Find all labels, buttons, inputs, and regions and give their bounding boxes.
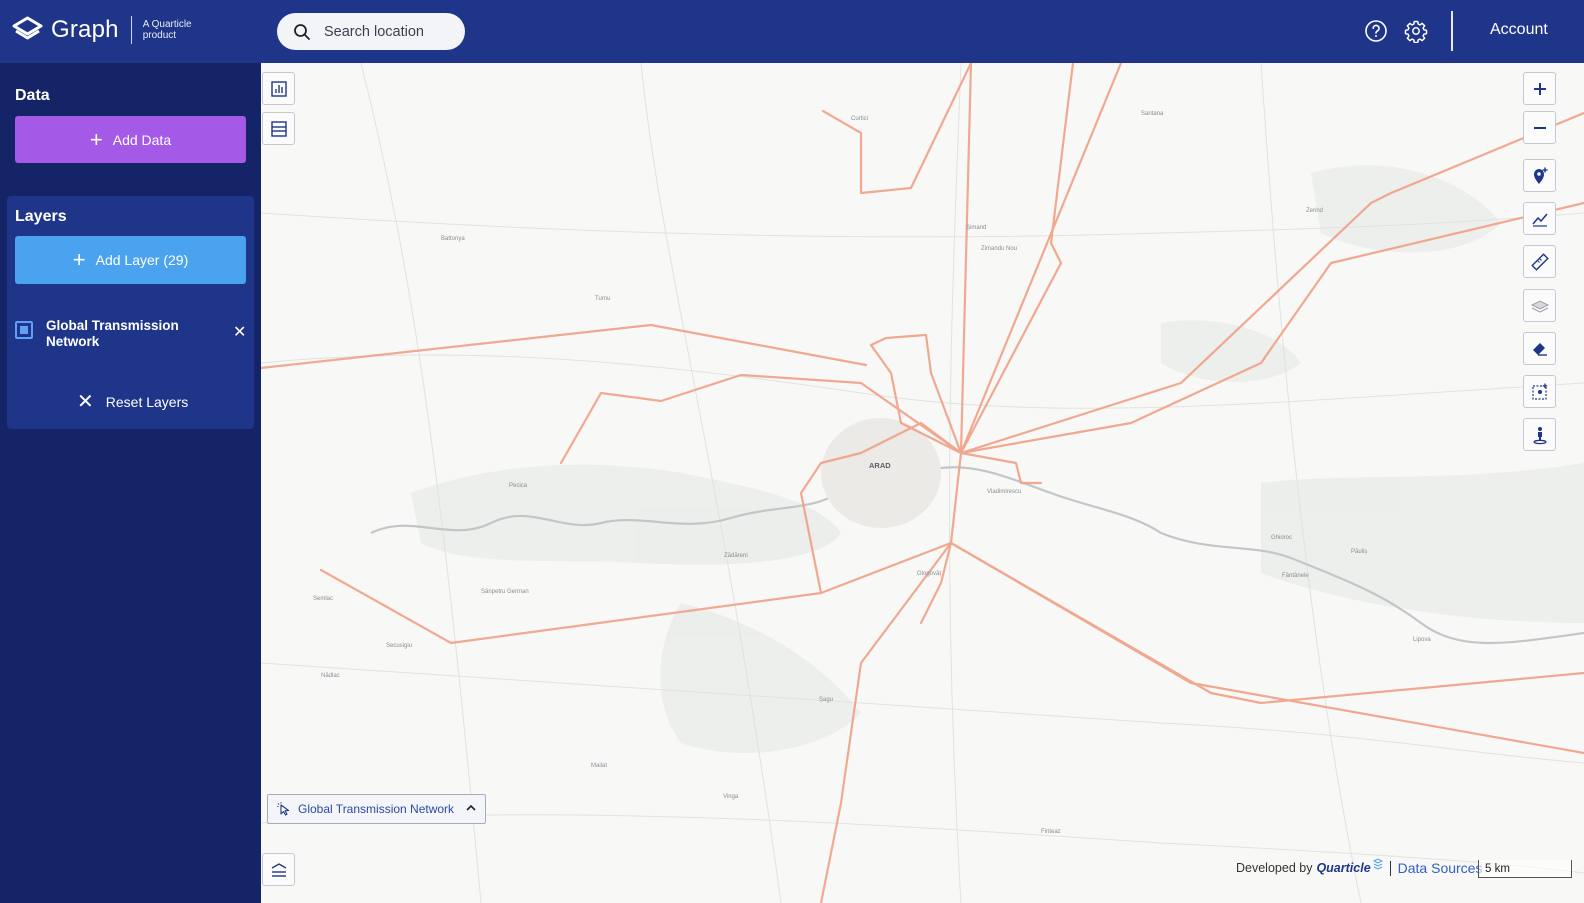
graph-logo-icon (12, 16, 43, 40)
account-button[interactable]: Account (1490, 21, 1548, 39)
layers-stack-icon (1530, 299, 1549, 313)
place-label-lipova: Lipova (1413, 637, 1431, 643)
ruler-icon (1530, 252, 1549, 271)
reset-layers-button[interactable]: ✕ Reset Layers (77, 389, 188, 414)
map-attribution: Developed by Quarticle Data Sources (1236, 858, 1483, 876)
person-pin-icon (1532, 426, 1547, 444)
selection-box-icon (1531, 383, 1547, 400)
topbar-divider (1451, 11, 1453, 51)
add-layer-button[interactable]: + Add Layer (29) (15, 236, 246, 284)
place-label-zimandu: Zimandu Nou (981, 246, 1018, 252)
measure-button[interactable] (1523, 245, 1556, 278)
layer-item-global-transmission-network: Global Transmission Network ✕ (15, 318, 246, 358)
quarticle-mark-icon (1372, 858, 1383, 870)
place-label-simand: Șimand (966, 225, 987, 231)
layers-section-title: Layers (15, 208, 67, 225)
place-label-turnu: Turnu (595, 296, 611, 302)
reset-layers-label: Reset Layers (105, 393, 189, 410)
select-area-button[interactable] (1523, 375, 1556, 408)
brand-tagline: A Quarticle product (142, 19, 192, 41)
place-label-paulis: Păuliș (1351, 549, 1368, 555)
place-label-pecica: Pecica (509, 483, 528, 489)
place-label-secusigiu: Secusigiu (386, 643, 413, 649)
attribution-prefix: Developed by (1236, 861, 1313, 875)
chart-panel-button[interactable] (262, 72, 295, 105)
data-section-title: Data (15, 87, 50, 104)
elevation-profile-button[interactable] (1523, 202, 1556, 235)
place-label-battonya: Battonya (441, 236, 465, 242)
sidebar: Data + Add Data Layers + Add Layer (29) … (0, 63, 261, 903)
brand-name: Graph (51, 16, 119, 43)
place-label-mailat: Mailat (591, 763, 608, 769)
legend-toggle-button[interactable] (262, 853, 295, 886)
legend-waves-icon (271, 862, 286, 877)
data-sources-link[interactable]: Data Sources (1398, 860, 1483, 876)
place-label-semlac: Semlac (313, 596, 334, 602)
logo-divider (130, 16, 132, 44)
line-chart-icon (1531, 213, 1548, 227)
table-icon (270, 120, 287, 137)
cursor-click-icon (277, 802, 290, 816)
quarticle-logo: Quarticle (1316, 861, 1371, 875)
close-icon: ✕ (77, 391, 94, 413)
table-panel-button[interactable] (262, 112, 295, 145)
add-marker-button[interactable] (1523, 159, 1556, 192)
gear-icon[interactable] (1404, 19, 1428, 43)
place-label-sanpetru: Sânpetru German (481, 589, 529, 595)
place-label-zerind: Zerind (1306, 208, 1324, 214)
place-label-ghioroc: Ghioroc (1271, 535, 1293, 541)
place-label-vinga: Vinga (723, 794, 739, 800)
eraser-icon (1532, 342, 1547, 356)
scale-bar: 5 km (1478, 860, 1572, 878)
help-circle-icon[interactable] (1364, 19, 1388, 43)
basemap (261, 63, 1584, 903)
active-layer-label: Global Transmission Network (298, 802, 455, 816)
place-label-glogovat: Glogovăț (917, 571, 942, 577)
search-input[interactable] (324, 23, 454, 40)
add-layer-label: Add Layer (29) (95, 252, 189, 268)
active-layer-selector[interactable]: Global Transmission Network (267, 794, 486, 824)
top-bar: Graph A Quarticle product Account (0, 0, 1584, 63)
app-logo[interactable]: Graph A Quarticle product (11, 15, 203, 45)
plus-icon: + (72, 247, 86, 272)
map-canvas[interactable]: ARAD Pecica Zimandu Nou Curtici Santana … (261, 63, 1584, 903)
place-label-sagu: Șagu (819, 697, 834, 703)
zoom-out-button[interactable] (1523, 111, 1556, 144)
plus-icon: + (89, 126, 103, 152)
zoom-in-button[interactable] (1523, 72, 1556, 105)
map-pin-plus-icon (1533, 167, 1547, 184)
layer-label: Global Transmission Network (46, 318, 179, 349)
place-label-vladimirescu: Vladimirescu (987, 489, 1022, 495)
place-label-zadareni: Zădăreni (724, 553, 748, 559)
minus-icon (1533, 126, 1546, 129)
remove-layer-close-icon[interactable]: ✕ (233, 322, 246, 342)
search-box[interactable] (277, 13, 465, 50)
place-label-arad: ARAD (869, 461, 891, 470)
chevron-up-icon (466, 804, 476, 811)
place-label-santana: Santana (1141, 111, 1164, 117)
eraser-button[interactable] (1523, 332, 1556, 365)
search-icon (294, 23, 310, 40)
place-label-nadlac: Nădlac (321, 673, 340, 679)
layer-visibility-checkbox[interactable] (15, 321, 33, 339)
bar-chart-icon (270, 80, 287, 97)
place-label-curtici: Curtici (851, 116, 869, 122)
add-data-button[interactable]: + Add Data (15, 116, 246, 163)
place-label-fantanele: Fântânele (1282, 573, 1309, 579)
basemap-layers-button[interactable] (1523, 289, 1556, 322)
add-data-label: Add Data (112, 131, 172, 148)
street-view-button[interactable] (1523, 418, 1556, 451)
place-label-firiteaz: Firiteaz (1041, 829, 1061, 835)
layers-panel: Layers + Add Layer (29) Global Transmiss… (7, 196, 254, 429)
plus-icon (1533, 82, 1546, 95)
attribution-divider (1389, 860, 1391, 876)
